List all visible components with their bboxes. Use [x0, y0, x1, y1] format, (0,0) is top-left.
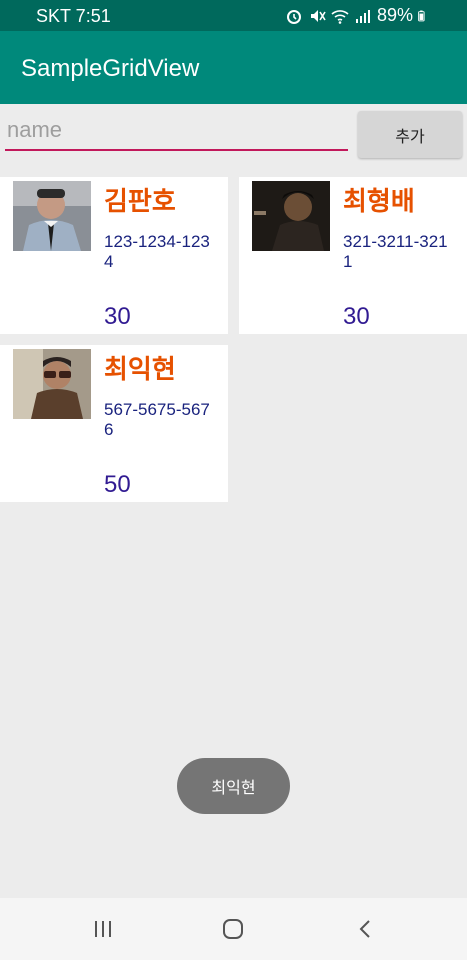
app-bar: SampleGridView — [0, 31, 467, 104]
battery-percent: 89% — [376, 5, 413, 25]
item-name: 김판호 — [104, 186, 176, 216]
grid-item[interactable]: 김판호 123-1234-1234 30 — [0, 177, 228, 334]
home-button[interactable] — [218, 914, 248, 944]
add-button[interactable]: 추가 — [358, 111, 462, 158]
item-phone: 567-5675-5676 — [104, 400, 210, 439]
wifi-icon — [331, 9, 349, 24]
back-icon — [359, 920, 370, 938]
item-age: 50 — [104, 471, 131, 498]
name-input[interactable] — [5, 111, 348, 151]
item-age: 30 — [343, 303, 370, 330]
status-icons: 89% — [285, 5, 429, 26]
status-carrier-time: SKT 7:51 — [36, 6, 111, 26]
portrait-man-suit-icon — [13, 181, 91, 251]
item-age: 30 — [104, 303, 131, 330]
status-bar: SKT 7:51 89% — [0, 0, 467, 31]
back-button[interactable] — [350, 914, 380, 944]
home-icon — [223, 919, 243, 939]
navigation-bar — [0, 898, 467, 960]
mute-icon — [310, 9, 326, 22]
item-name: 최형배 — [343, 186, 415, 216]
alarm-icon — [286, 9, 301, 24]
toast-message: 최익현 — [177, 758, 290, 814]
grid-item[interactable]: 최익현 567-5675-5676 50 — [0, 345, 228, 502]
battery-icon — [418, 10, 425, 21]
item-phone: 321-3211-3211 — [343, 232, 448, 271]
portrait-man-dark-icon — [252, 181, 330, 251]
item-name: 최익현 — [104, 354, 176, 384]
signal-icon — [355, 9, 370, 23]
recents-icon — [95, 921, 111, 937]
portrait-man-sunglasses-icon — [13, 349, 91, 419]
grid-item[interactable]: 최형배 321-3211-3211 30 — [239, 177, 467, 334]
item-phone: 123-1234-1234 — [104, 232, 210, 271]
recents-button[interactable] — [88, 914, 118, 944]
app-title: SampleGridView — [21, 55, 200, 82]
